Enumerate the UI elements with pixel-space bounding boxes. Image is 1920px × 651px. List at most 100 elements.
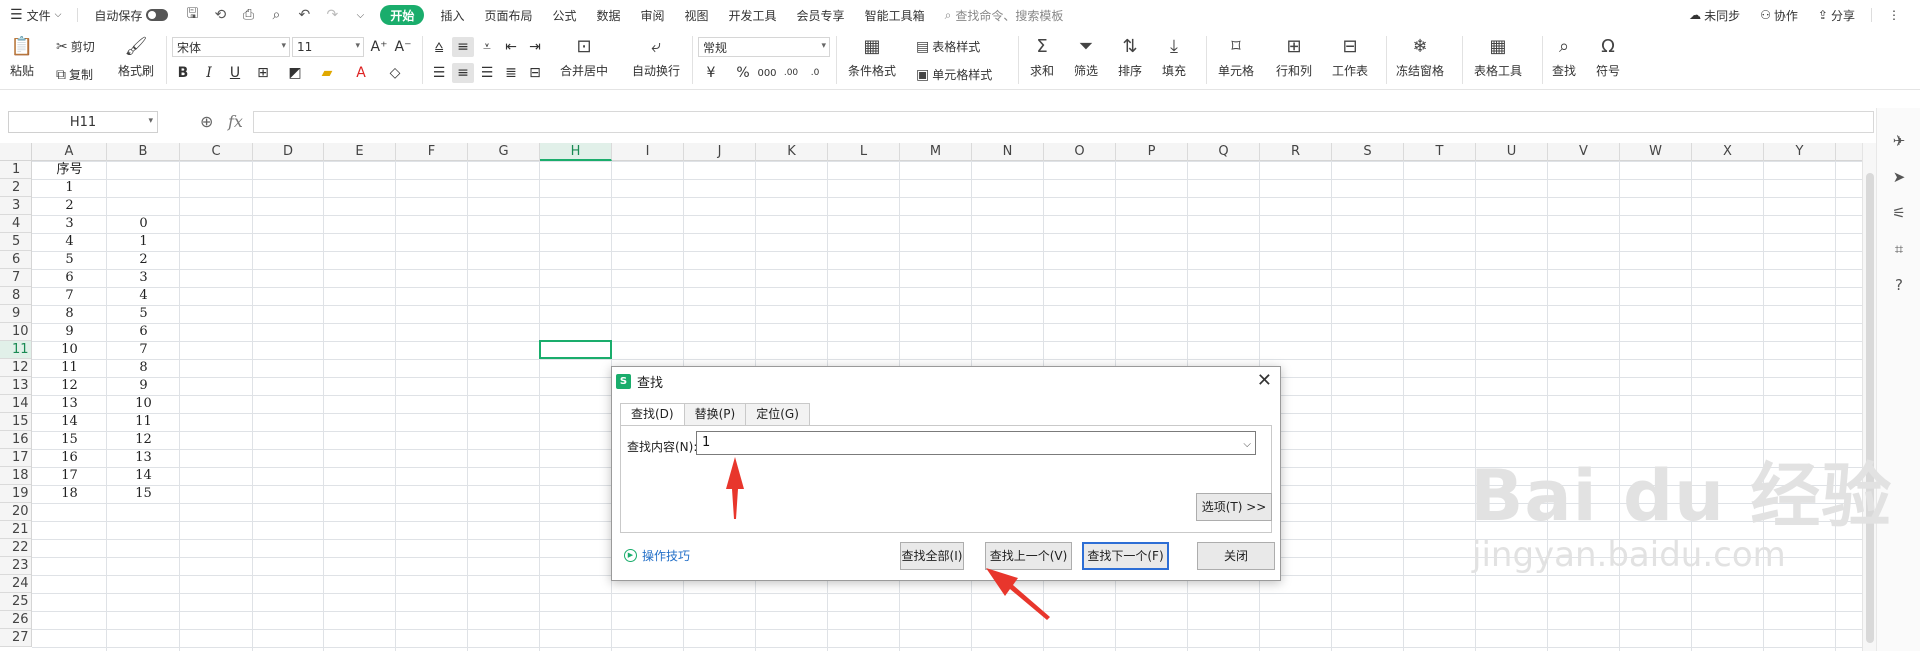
italic-icon[interactable]: I xyxy=(198,63,220,83)
column-header-S[interactable]: S xyxy=(1332,143,1404,161)
font-name-select[interactable]: 宋体 ▾ xyxy=(172,37,290,57)
column-header-M[interactable]: M xyxy=(900,143,972,161)
row-header-23[interactable]: 23 xyxy=(0,557,31,575)
cell-B-17[interactable]: 13 xyxy=(107,449,180,467)
row-header-4[interactable]: 4 xyxy=(0,215,31,233)
row-header-5[interactable]: 5 xyxy=(0,233,31,251)
tab-page-layout[interactable]: 页面布局 xyxy=(474,0,542,30)
merge-center-button[interactable]: ⊡ 合并居中 xyxy=(560,34,608,79)
tab-home[interactable]: 开始 xyxy=(380,5,425,25)
column-header-G[interactable]: G xyxy=(468,143,540,161)
cell-A-7[interactable]: 6 xyxy=(32,269,107,287)
tab-goto[interactable]: 定位(G) xyxy=(745,403,810,425)
row-header-16[interactable]: 16 xyxy=(0,431,31,449)
print-icon[interactable]: ⎙ xyxy=(234,0,262,30)
cell-B-4[interactable]: 0 xyxy=(107,215,180,233)
align-top-icon[interactable]: ⩠ xyxy=(428,37,450,57)
cell-B-13[interactable]: 9 xyxy=(107,377,180,395)
cell-A-14[interactable]: 13 xyxy=(32,395,107,413)
cell-A-3[interactable]: 2 xyxy=(32,197,107,215)
symbol-button[interactable]: Ω 符号 xyxy=(1596,34,1620,79)
row-header-25[interactable]: 25 xyxy=(0,593,31,611)
collab-button[interactable]: ⚇ 协作 xyxy=(1750,0,1808,30)
row-header-18[interactable]: 18 xyxy=(0,467,31,485)
column-header-L[interactable]: L xyxy=(828,143,900,161)
name-box[interactable]: H11 ▾ xyxy=(8,111,158,133)
row-header-15[interactable]: 15 xyxy=(0,413,31,431)
find-next-button[interactable]: 查找下一个(F) xyxy=(1082,542,1169,570)
row-header-26[interactable]: 26 xyxy=(0,611,31,629)
sum-button[interactable]: Σ 求和 xyxy=(1030,34,1054,79)
settings-sliders-icon[interactable]: ⚟ xyxy=(1889,204,1909,224)
increase-font-icon[interactable]: A⁺ xyxy=(368,37,390,57)
cell-B-7[interactable]: 3 xyxy=(107,269,180,287)
tab-find[interactable]: 查找(D) xyxy=(620,403,685,426)
zoom-icon[interactable]: ⊕ xyxy=(200,112,213,131)
cell-A-12[interactable]: 11 xyxy=(32,359,107,377)
worksheet-button[interactable]: ⊟ 工作表 xyxy=(1332,34,1368,79)
cell-A-9[interactable]: 8 xyxy=(32,305,107,323)
close-button[interactable]: 关闭 xyxy=(1197,542,1275,570)
help-icon[interactable]: ? xyxy=(1889,276,1909,296)
redo-icon[interactable]: ↷ xyxy=(318,0,346,30)
chevron-down-icon[interactable]: ⌵ xyxy=(1243,434,1251,456)
cell-style-button[interactable]: ▣ 单元格样式 xyxy=(916,66,992,83)
cell-B-16[interactable]: 12 xyxy=(107,431,180,449)
thousands-icon[interactable]: 000 xyxy=(756,63,778,83)
decrease-decimal-icon[interactable]: .0 xyxy=(804,63,826,83)
column-header-B[interactable]: B xyxy=(107,143,180,161)
row-header-21[interactable]: 21 xyxy=(0,521,31,539)
row-header-10[interactable]: 10 xyxy=(0,323,31,341)
cell-B-18[interactable]: 14 xyxy=(107,467,180,485)
find-button[interactable]: ⌕ 查找 xyxy=(1552,34,1576,79)
distributed-icon[interactable]: ⊟ xyxy=(524,63,546,83)
format-painter-button[interactable]: 🖌 格式刷 xyxy=(118,34,154,79)
row-header-22[interactable]: 22 xyxy=(0,539,31,557)
column-header-R[interactable]: R xyxy=(1260,143,1332,161)
tab-replace[interactable]: 替换(P) xyxy=(683,403,747,425)
column-header-T[interactable]: T xyxy=(1404,143,1476,161)
row-header-19[interactable]: 19 xyxy=(0,485,31,503)
cell-A-15[interactable]: 14 xyxy=(32,413,107,431)
options-button[interactable]: 选项(T) >> xyxy=(1196,493,1272,521)
cell-B-10[interactable]: 6 xyxy=(107,323,180,341)
row-header-27[interactable]: 27 xyxy=(0,629,31,647)
clear-icon[interactable]: ◇ xyxy=(384,63,406,83)
align-right-icon[interactable]: ☰ xyxy=(476,63,498,83)
cursor-icon[interactable]: ➤ xyxy=(1889,168,1909,188)
find-all-button[interactable]: 查找全部(I) xyxy=(900,542,964,570)
cell-A-4[interactable]: 3 xyxy=(32,215,107,233)
row-header-9[interactable]: 9 xyxy=(0,305,31,323)
tab-view[interactable]: 视图 xyxy=(675,0,719,30)
cell-B-8[interactable]: 4 xyxy=(107,287,180,305)
undo-icon[interactable]: ↶ xyxy=(290,0,318,30)
border-icon[interactable]: ⊞ xyxy=(252,63,274,83)
cell-B-19[interactable]: 15 xyxy=(107,485,180,503)
sort-button[interactable]: ⇅ 排序 xyxy=(1118,34,1142,79)
cell-A-5[interactable]: 4 xyxy=(32,233,107,251)
column-header-P[interactable]: P xyxy=(1116,143,1188,161)
bold-icon[interactable]: B xyxy=(172,63,194,83)
save-icon[interactable]: 🖫 xyxy=(178,0,206,30)
paste-button[interactable]: 📋 粘贴 xyxy=(10,34,34,79)
more-menu-icon[interactable]: ⋮ xyxy=(1878,0,1910,30)
tab-insert[interactable]: 插入 xyxy=(430,0,474,30)
align-bottom-icon[interactable]: ⩡ xyxy=(476,37,498,57)
cell-B-9[interactable]: 5 xyxy=(107,305,180,323)
column-header-F[interactable]: F xyxy=(396,143,468,161)
column-header-K[interactable]: K xyxy=(756,143,828,161)
find-content-input[interactable]: 1 ⌵ xyxy=(696,431,1256,455)
number-format-select[interactable]: 常规 ▾ xyxy=(698,37,830,57)
column-header-N[interactable]: N xyxy=(972,143,1044,161)
conditional-format-button[interactable]: ▦ 条件格式 xyxy=(848,34,896,79)
cell-B-5[interactable]: 1 xyxy=(107,233,180,251)
rocket-icon[interactable]: ✈ xyxy=(1889,132,1909,152)
fill-style-icon[interactable]: ◩ xyxy=(284,63,306,83)
row-header-20[interactable]: 20 xyxy=(0,503,31,521)
cell-A-11[interactable]: 10 xyxy=(32,341,107,359)
column-header-Q[interactable]: Q xyxy=(1188,143,1260,161)
customize-icon[interactable]: ⌵ xyxy=(346,0,374,30)
fill-button[interactable]: ⤓ 填充 xyxy=(1162,34,1186,79)
find-previous-button[interactable]: 查找上一个(V) xyxy=(985,542,1072,570)
print-preview-icon[interactable]: ⌕ xyxy=(262,0,290,30)
